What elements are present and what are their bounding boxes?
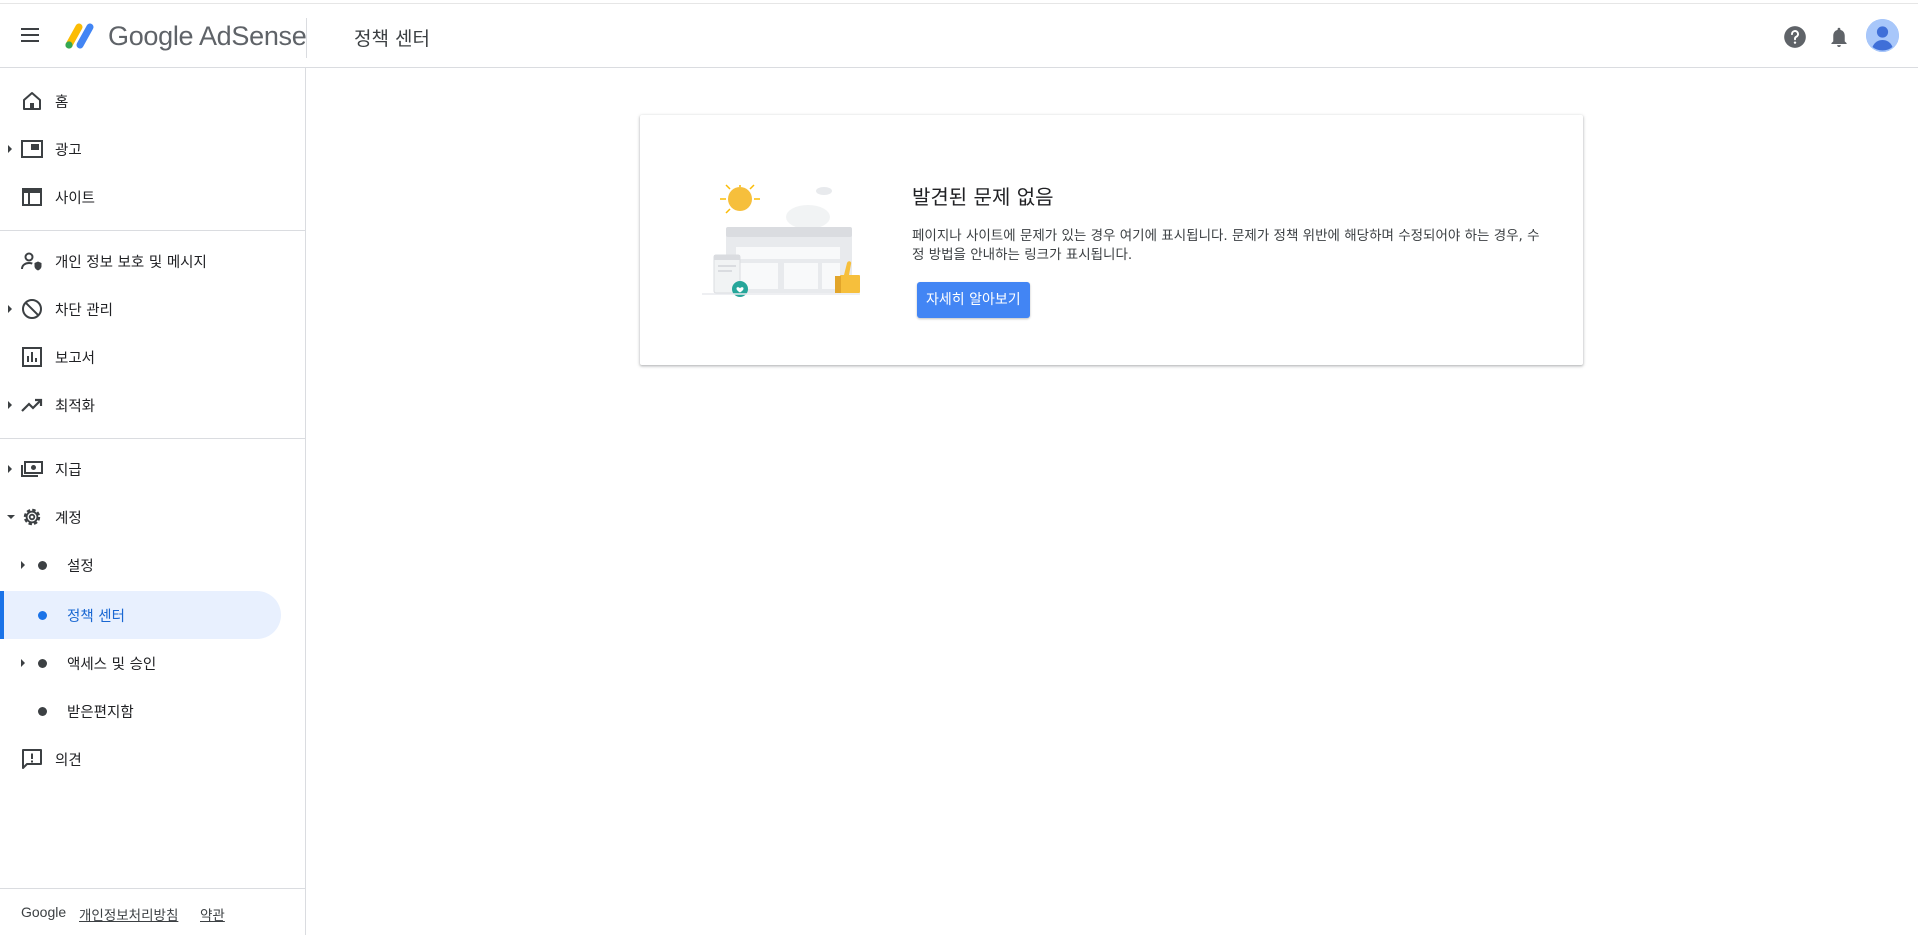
sidebar-item-label: 개인 정보 보호 및 메시지: [55, 255, 207, 271]
user-avatar-icon: [1866, 19, 1899, 52]
sidebar-item-label: 광고: [55, 143, 82, 159]
sidebar-item-label: 설정: [67, 559, 94, 575]
sidebar-nav: 홈 광고 사이트 개인 정보 보호 및 메시지 차단 관리 보고서 최적화 지급…: [0, 67, 306, 935]
sidebar-item-sites[interactable]: 사이트: [0, 175, 305, 219]
collapse-caret-icon[interactable]: [7, 515, 15, 519]
learn-more-button[interactable]: 자세히 알아보기: [917, 282, 1030, 318]
trending-up-icon: [21, 398, 43, 412]
sidebar-item-label: 정책 센터: [67, 609, 125, 625]
top-app-bar: Google AdSense 정책 센터: [0, 3, 1918, 68]
privacy-policy-link[interactable]: 개인정보처리방침: [79, 904, 178, 924]
sidebar-item-inbox[interactable]: 받은편지함: [0, 689, 305, 733]
sidebar-item-payments[interactable]: 지급: [0, 447, 305, 491]
card-title: 발견된 문제 없음: [912, 185, 1054, 209]
account-avatar[interactable]: [1866, 19, 1899, 52]
sidebar-item-ads[interactable]: 광고: [0, 127, 305, 171]
home-icon: [23, 92, 41, 110]
expand-caret-icon[interactable]: [21, 659, 25, 667]
expand-caret-icon[interactable]: [8, 401, 12, 409]
active-indicator: [0, 591, 4, 639]
bullet-dot-icon: [38, 659, 47, 668]
no-issues-card: 발견된 문제 없음 페이지나 사이트에 문제가 있는 경우 여기에 표시됩니다.…: [640, 115, 1583, 365]
help-icon[interactable]: [1782, 24, 1808, 50]
feedback-icon: [22, 749, 42, 769]
sidebar-item-feedback[interactable]: 의견: [0, 737, 305, 781]
sidebar-item-label: 최적화: [55, 399, 96, 415]
sidebar-item-label: 액세스 및 승인: [67, 657, 157, 673]
sidebar-item-home[interactable]: 홈: [0, 79, 305, 123]
gear-icon: [23, 508, 41, 526]
sidebar-item-settings[interactable]: 설정: [0, 543, 305, 587]
sidebar-item-access-authorization[interactable]: 액세스 및 승인: [0, 641, 305, 685]
sidebar-item-optimization[interactable]: 최적화: [0, 383, 305, 427]
expand-caret-icon[interactable]: [21, 561, 25, 569]
google-wordmark: Google: [21, 904, 67, 920]
notifications-bell-icon[interactable]: [1826, 24, 1852, 50]
header-divider: [306, 18, 307, 58]
expand-caret-icon[interactable]: [8, 305, 12, 313]
sidebar-item-policy-center[interactable]: 정책 센터: [0, 591, 281, 639]
terms-link[interactable]: 약관: [200, 904, 225, 924]
sidebar-item-label: 받은편지함: [67, 705, 134, 721]
sidebar-footer: Google 개인정보처리방침 약관: [0, 888, 305, 936]
sidebar-item-blocking-controls[interactable]: 차단 관리: [0, 287, 305, 331]
no-issues-illustration: [702, 184, 860, 297]
sidebar-item-reports[interactable]: 보고서: [0, 335, 305, 379]
brand-name[interactable]: Google AdSense: [108, 21, 307, 52]
sidebar-divider: [0, 438, 305, 439]
privacy-messaging-icon: [21, 252, 42, 271]
sidebar-item-label: 계정: [55, 511, 82, 527]
reports-icon: [22, 347, 42, 367]
sidebar-item-label: 홈: [55, 95, 69, 111]
card-description: 페이지나 사이트에 문제가 있는 경우 여기에 표시됩니다. 문제가 정책 위반…: [912, 228, 1540, 263]
adsense-logo[interactable]: [62, 20, 98, 52]
page-title: 정책 센터: [354, 28, 430, 50]
block-icon: [22, 299, 42, 319]
sites-icon: [22, 188, 42, 206]
main-menu-button[interactable]: [18, 24, 42, 48]
payments-icon: [21, 461, 43, 477]
sidebar-item-label: 지급: [55, 463, 82, 479]
bullet-dot-icon: [38, 611, 47, 620]
expand-caret-icon[interactable]: [8, 145, 12, 153]
sidebar-divider: [0, 230, 305, 231]
bullet-dot-icon: [38, 561, 47, 570]
expand-caret-icon[interactable]: [8, 465, 12, 473]
sidebar-item-label: 차단 관리: [55, 303, 113, 319]
sidebar-item-privacy-messaging[interactable]: 개인 정보 보호 및 메시지: [0, 239, 305, 283]
sidebar-item-label: 사이트: [55, 191, 96, 207]
sidebar-item-label: 의견: [55, 753, 82, 769]
sidebar-item-label: 보고서: [55, 351, 96, 367]
ads-icon: [21, 140, 43, 158]
bullet-dot-icon: [38, 707, 47, 716]
sidebar-item-account[interactable]: 계정: [0, 495, 305, 539]
